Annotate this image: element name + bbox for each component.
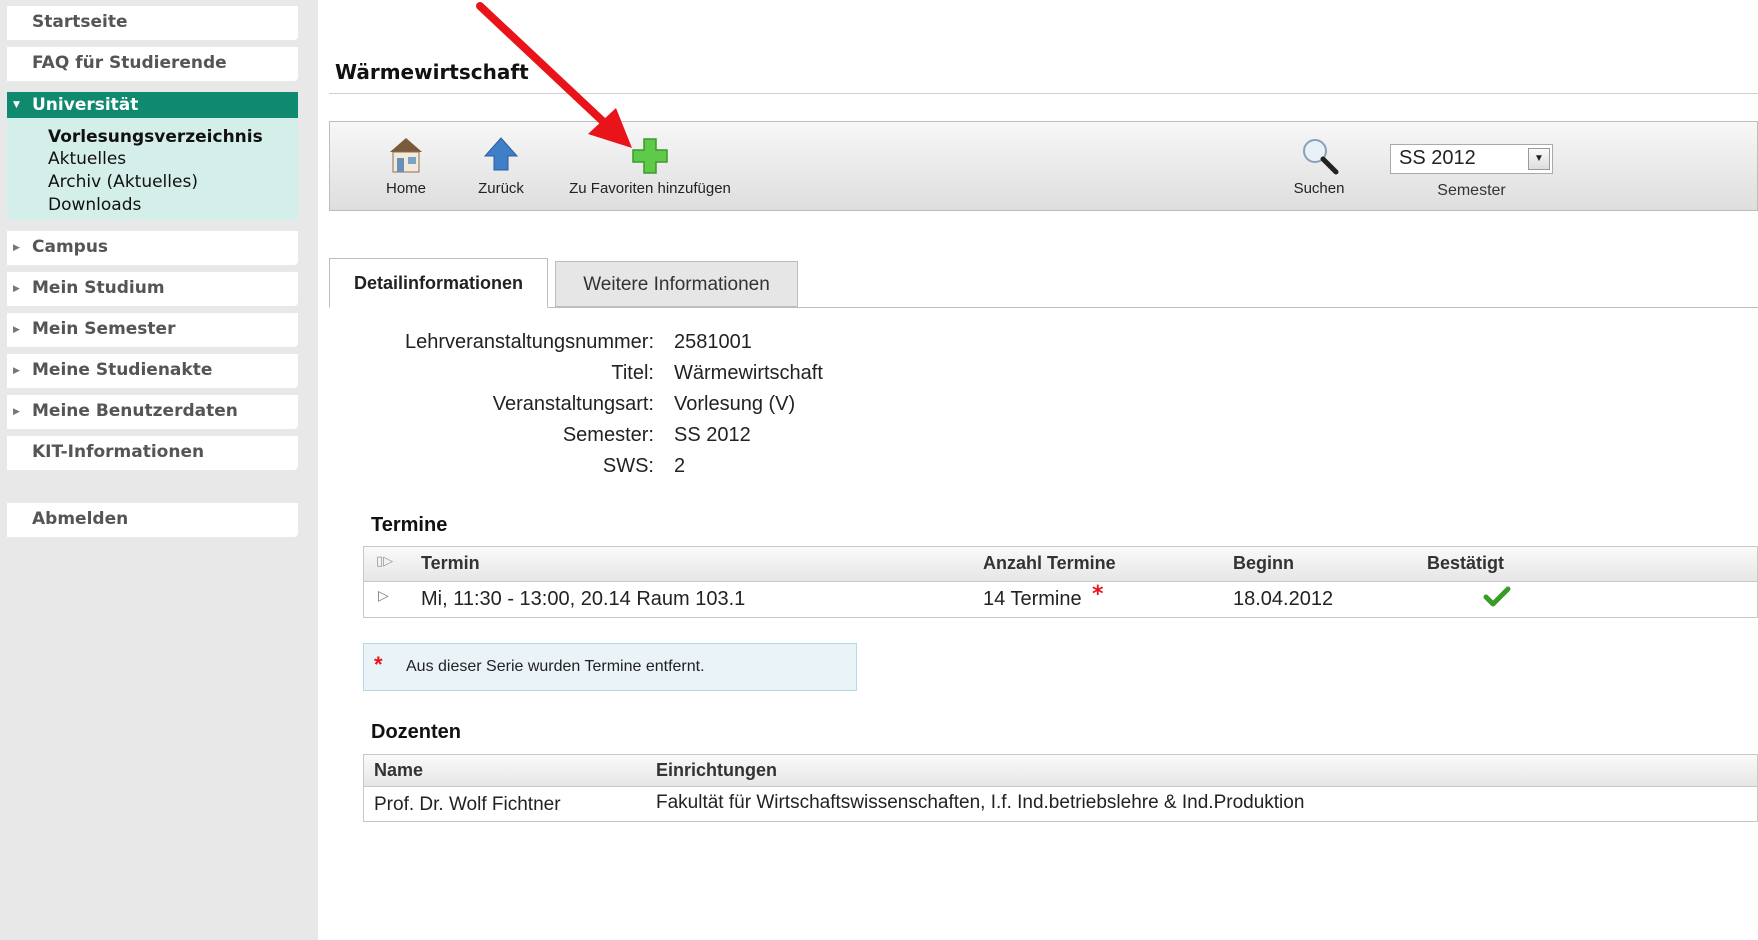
- sidebar: Startseite FAQ für Studierende ▼ Univers…: [0, 0, 318, 940]
- nav-label: FAQ für Studierende: [32, 53, 227, 73]
- anzahl-cell: 14 Termine: [983, 588, 1082, 610]
- nav-label: Campus: [32, 237, 109, 257]
- home-label: Home: [385, 180, 426, 197]
- nav-label: Abmelden: [32, 509, 129, 529]
- tab-detailinformationen[interactable]: Detailinformationen: [329, 258, 548, 308]
- einrichtung-cell[interactable]: Fakultät für Wirtschaftswissenschaften, …: [656, 792, 1304, 814]
- hint-box: * Aus dieser Serie wurden Termine entfer…: [363, 643, 857, 691]
- veranstaltungsart-label: Veranstaltungsart:: [492, 393, 654, 415]
- nav-item-kit-informationen[interactable]: KIT-Informationen: [7, 436, 298, 470]
- triangle-right-icon: ▶: [13, 284, 20, 294]
- subnav-item-vorlesungsverzeichnis[interactable]: Vorlesungsverzeichnis: [48, 126, 263, 148]
- home-icon: [390, 138, 422, 173]
- dozenten-table: Name Einrichtungen Prof. Dr. Wolf Fichtn…: [363, 754, 1758, 822]
- removed-marker-star: *: [1092, 582, 1104, 607]
- hint-star: *: [374, 652, 383, 677]
- nav-label: Mein Semester: [32, 319, 176, 339]
- termine-table-header: ▯▷ Termin Anzahl Termine Beginn Bestätig…: [364, 547, 1757, 582]
- nav-label: Meine Studienakte: [32, 360, 213, 380]
- col-bestaetigt: Bestätigt: [1427, 553, 1505, 573]
- sws-value: 2: [674, 455, 686, 477]
- sws-label: SWS:: [602, 455, 654, 477]
- add-favorites-label: Zu Favoriten hinzufügen: [569, 180, 731, 197]
- search-label: Suchen: [1293, 180, 1345, 197]
- red-arrow-annotation: [476, 2, 632, 148]
- subnav-item-archiv[interactable]: Archiv (Aktuelles): [48, 171, 198, 193]
- semester-select-value: SS 2012: [1399, 147, 1476, 169]
- chevron-down-icon[interactable]: ▼: [1528, 148, 1550, 170]
- dozenten-table-header: Name Einrichtungen: [364, 755, 1757, 787]
- semester-value: SS 2012: [674, 424, 751, 446]
- triangle-right-icon: ▶: [13, 325, 20, 335]
- nav-item-abmelden[interactable]: Abmelden: [7, 503, 298, 537]
- subnav-item-downloads[interactable]: Downloads: [48, 194, 141, 216]
- lv-nummer-value: 2581001: [674, 331, 752, 353]
- nav-item-meine-benutzerdaten[interactable]: ▶ Meine Benutzerdaten: [7, 395, 298, 429]
- lv-nummer-label: Lehrveranstaltungsnummer:: [404, 331, 654, 353]
- search-button[interactable]: Suchen: [1288, 122, 1350, 212]
- subnav-universitaet: Vorlesungsverzeichnis Aktuelles Archiv (…: [7, 118, 298, 220]
- subnav-item-aktuelles[interactable]: Aktuelles: [48, 148, 126, 170]
- beginn-cell: 18.04.2012: [1233, 588, 1334, 610]
- back-label: Zurück: [478, 180, 524, 197]
- termin-cell: Mi, 11:30 - 13:00, 20.14 Raum 103.1: [421, 588, 746, 610]
- nav-item-mein-semester[interactable]: ▶ Mein Semester: [7, 313, 298, 347]
- nav-item-startseite[interactable]: Startseite: [7, 6, 298, 40]
- nav-item-universitaet[interactable]: ▼ Universität: [7, 92, 298, 118]
- tab-weitere-informationen[interactable]: Weitere Informationen: [555, 261, 798, 307]
- col-beginn: Beginn: [1233, 553, 1294, 573]
- expand-all-icon[interactable]: ▯▷: [376, 554, 393, 569]
- expand-row-icon[interactable]: ▷: [378, 588, 389, 604]
- nav-item-meine-studienakte[interactable]: ▶ Meine Studienakte: [7, 354, 298, 388]
- termine-table: ▯▷ Termin Anzahl Termine Beginn Bestätig…: [363, 546, 1758, 618]
- triangle-right-icon: ▶: [13, 407, 20, 417]
- veranstaltungsart-value: Vorlesung (V): [674, 393, 796, 415]
- triangle-down-icon: ▼: [13, 100, 20, 110]
- termine-heading: Termine: [371, 514, 448, 536]
- semester-caption: Semester: [1437, 182, 1506, 199]
- col-einrichtungen: Einrichtungen: [656, 760, 777, 780]
- nav-label: Mein Studium: [32, 278, 165, 298]
- col-name: Name: [374, 760, 424, 780]
- hint-text: Aus dieser Serie wurden Termine entfernt…: [406, 658, 705, 675]
- nav-item-campus[interactable]: ▶ Campus: [7, 231, 298, 265]
- col-termin: Termin: [421, 553, 480, 573]
- nav-label: Universität: [32, 95, 139, 115]
- nav-label: Startseite: [32, 12, 128, 32]
- col-anzahl-termine: Anzahl Termine: [983, 553, 1116, 573]
- nav-item-mein-studium[interactable]: ▶ Mein Studium: [7, 272, 298, 306]
- search-icon: [1303, 139, 1339, 175]
- home-button[interactable]: Home: [378, 122, 434, 212]
- titel-label: Titel:: [611, 362, 654, 384]
- semester-select[interactable]: SS 2012 ▼: [1390, 144, 1553, 174]
- semester-label: Semester:: [562, 424, 654, 446]
- dozenten-heading: Dozenten: [371, 721, 461, 743]
- nav-label: KIT-Informationen: [32, 442, 205, 462]
- triangle-right-icon: ▶: [13, 366, 20, 376]
- triangle-right-icon: ▶: [13, 243, 20, 253]
- nav-label: Meine Benutzerdaten: [32, 401, 238, 421]
- titel-value: Wärmewirtschaft: [674, 362, 823, 384]
- nav-item-faq[interactable]: FAQ für Studierende: [7, 47, 298, 81]
- checkmark-icon: [1483, 586, 1511, 607]
- dozent-name-cell[interactable]: Prof. Dr. Wolf Fichtner: [374, 794, 561, 816]
